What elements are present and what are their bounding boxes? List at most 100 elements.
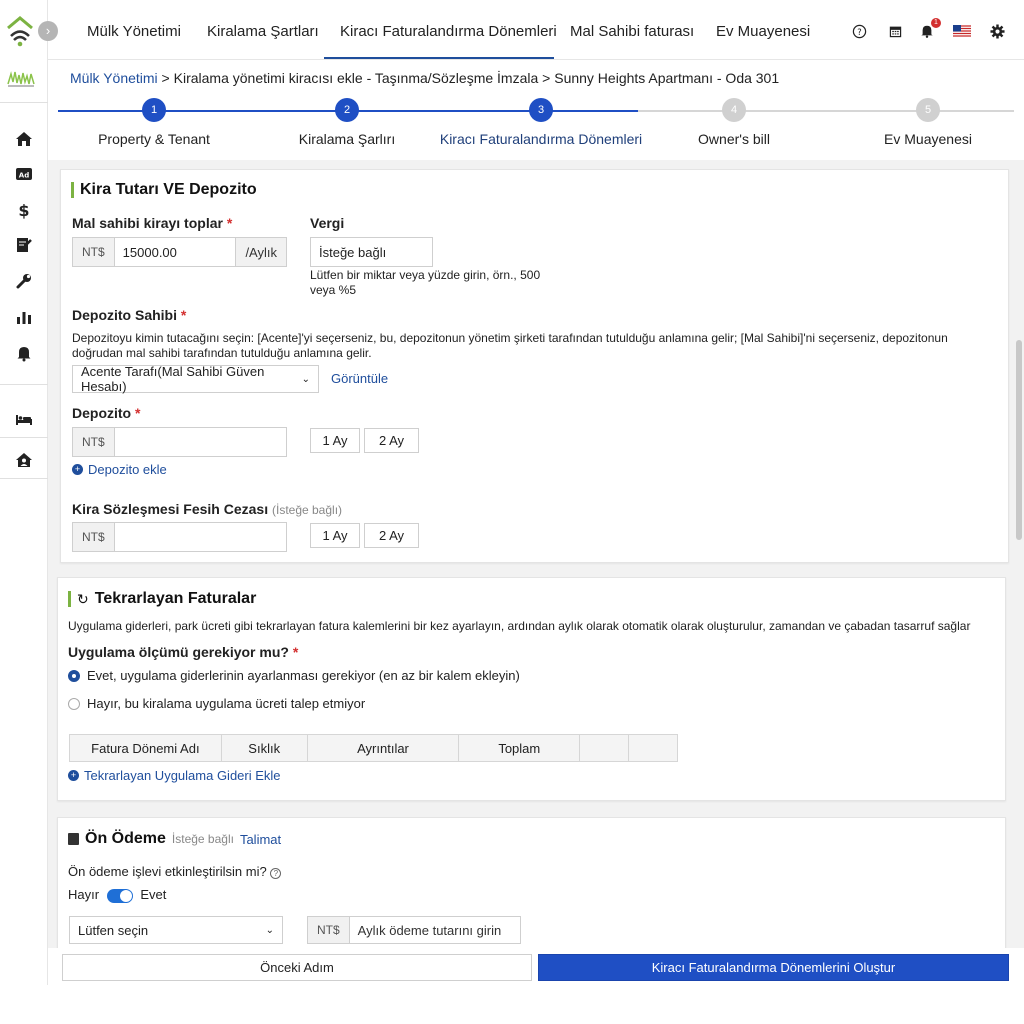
table-header-row: Fatura Dönemi Adı Sıklık Ayrıntılar Topl…	[69, 734, 678, 762]
gear-icon[interactable]	[988, 22, 1006, 40]
wrench-icon[interactable]	[0, 269, 48, 293]
step-remaining-line	[638, 110, 1014, 112]
dollar-icon[interactable]: $	[0, 198, 48, 222]
book-icon	[68, 833, 79, 845]
penalty-value[interactable]	[115, 523, 286, 551]
column-header: Sıklık	[220, 734, 308, 762]
create-billing-periods-button[interactable]: Kiracı Faturalandırma Dönemlerini Oluştu…	[538, 954, 1009, 981]
step-3-label: Kiracı Faturalandırma Dönemleri	[439, 131, 643, 147]
home-icon[interactable]	[0, 127, 48, 151]
prepay-toggle[interactable]	[106, 888, 133, 903]
prepay-period-select[interactable]: Lütfen seçin ⌄	[69, 916, 283, 944]
recurring-bills-card: ↻ Tekrarlayan Faturalar Uygulama giderle…	[57, 577, 1006, 801]
previous-step-button[interactable]: Önceki Adım	[62, 954, 532, 981]
prepay-toggle-row: Hayır Evet	[68, 887, 166, 903]
step-3-circle[interactable]: 3	[529, 98, 553, 122]
notification-bell-icon[interactable]: 1	[918, 18, 941, 40]
svg-text:?: ?	[857, 26, 861, 36]
section-accent-bar	[68, 591, 71, 607]
column-header: Ayrıntılar	[306, 734, 460, 762]
tab-house-inspection[interactable]: Ev Muayenesi	[716, 0, 810, 60]
svg-text:Ad: Ad	[19, 172, 29, 180]
active-tab-indicator	[324, 57, 554, 59]
chevron-down-icon: ⌄	[301, 373, 310, 385]
step-1-label: Property & Tenant	[98, 131, 210, 147]
main-content: Kira Tutarı VE Depozito Mal sahibi kiray…	[48, 160, 1024, 948]
bell-icon[interactable]	[0, 341, 48, 365]
refresh-icon: ↻	[77, 590, 89, 607]
step-2-label: Kiralama Şarlırı	[298, 131, 396, 147]
step-4-circle[interactable]: 4	[722, 98, 746, 122]
penalty-1-month-button[interactable]: 1 Ay	[310, 523, 360, 548]
progress-steps: 1 Property & Tenant 2 Kiralama Şarlırı 3…	[58, 96, 1018, 156]
termination-penalty-label: Kira Sözleşmesi Fesih Cezası (İsteğe bağ…	[72, 501, 343, 517]
per-month-addon: /Aylık	[235, 238, 286, 266]
deposit-label: Depozito *	[72, 405, 141, 421]
step-2-circle[interactable]: 2	[335, 98, 359, 122]
contract-icon[interactable]	[0, 233, 48, 257]
step-1-circle[interactable]: 1	[142, 98, 166, 122]
sidebar-divider	[0, 384, 48, 385]
step-5-circle[interactable]: 5	[916, 98, 940, 122]
calendar-icon[interactable]	[886, 22, 904, 40]
rent-amount-value[interactable]: 15000.00	[115, 238, 236, 266]
help-icon[interactable]: ?	[850, 22, 868, 40]
radio-selected[interactable]	[68, 669, 80, 682]
plus-circle-icon: +	[72, 464, 83, 475]
step-5-label: Ev Muayenesi	[884, 131, 972, 147]
svg-text:$: $	[18, 201, 29, 219]
sidebar: Ad $	[0, 0, 48, 985]
radio-no-option[interactable]: Hayır, bu kiralama uygulama ücreti talep…	[68, 696, 365, 711]
deposit-input[interactable]: NT$	[72, 427, 287, 457]
tab-tenant-billing[interactable]: Kiracı Faturalandırma Dönemleri	[340, 0, 557, 60]
recurring-fee-table: Fatura Dönemi Adı Sıklık Ayrıntılar Topl…	[69, 734, 678, 762]
radio-yes-option[interactable]: Evet, uygulama giderlerinin ayarlanması …	[68, 668, 520, 683]
monthly-payment-input[interactable]: NT$ Aylık ödeme tutarını girin	[307, 916, 521, 944]
rent-amount-input[interactable]: NT$ 15000.00 /Aylık	[72, 237, 287, 267]
sidebar-divider	[0, 102, 48, 103]
tab-owner-bill[interactable]: Mal Sahibi faturası	[570, 0, 694, 60]
collect-rent-label: Mal sahibi kirayı toplar *	[72, 215, 233, 231]
deposit-1-month-button[interactable]: 1 Ay	[310, 428, 360, 453]
chart-icon[interactable]	[0, 305, 48, 329]
currency-addon: NT$	[308, 917, 350, 943]
deposit-holder-select[interactable]: Acente Tarafı(Mal Sahibi Güven Hesabı) ⌄	[72, 364, 319, 394]
collapse-sidebar-button[interactable]: ›	[38, 21, 58, 41]
recurring-description: Uygulama giderleri, park ücreti gibi tek…	[68, 619, 971, 633]
rent-section-title: Kira Tutarı VE Depozito	[71, 181, 257, 199]
radio-unselected[interactable]	[68, 697, 80, 710]
view-link[interactable]: Görüntüle	[331, 371, 388, 386]
termination-penalty-input[interactable]: NT$	[72, 522, 287, 552]
currency-addon: NT$	[73, 238, 115, 266]
bed-icon[interactable]	[0, 407, 48, 431]
section-accent-bar	[71, 182, 74, 198]
tab-property-management[interactable]: Mülk Yönetimi	[87, 0, 181, 60]
breadcrumb-root-link[interactable]: Mülk Yönetimi	[70, 70, 158, 86]
currency-addon: NT$	[73, 523, 115, 551]
prepayment-card: Ön Ödeme İsteğe bağlı Talimat Ön ödeme i…	[57, 817, 1006, 948]
add-deposit-link[interactable]: + Depozito ekle	[72, 462, 167, 477]
breadcrumb: Mülk Yönetimi > Kiralama yönetimi kiracı…	[70, 70, 779, 86]
penalty-2-month-button[interactable]: 2 Ay	[364, 523, 419, 548]
chevron-down-icon: ⌄	[265, 924, 274, 936]
tax-input[interactable]: İsteğe bağlı	[310, 237, 433, 267]
column-header: Fatura Dönemi Adı	[69, 734, 222, 762]
scroll-thumb[interactable]	[1016, 340, 1022, 540]
ad-icon[interactable]: Ad	[0, 162, 48, 186]
add-recurring-fee-link[interactable]: + Tekrarlayan Uygulama Gideri Ekle	[68, 768, 281, 783]
column-header	[579, 734, 630, 762]
currency-addon: NT$	[73, 428, 115, 456]
help-icon[interactable]: ?	[270, 868, 282, 879]
house-user-icon[interactable]	[0, 448, 48, 472]
deposit-2-month-button[interactable]: 2 Ay	[364, 428, 419, 453]
tax-label: Vergi	[310, 215, 345, 231]
monthly-payment-placeholder[interactable]: Aylık ödeme tutarını girin	[350, 917, 520, 943]
recurring-question: Uygulama ölçümü gerekiyor mu? *	[68, 644, 299, 660]
tab-lease-terms[interactable]: Kiralama Şartları	[207, 0, 319, 60]
deposit-value[interactable]	[115, 428, 286, 456]
avatar[interactable]	[6, 64, 36, 90]
us-flag-icon[interactable]	[953, 22, 971, 40]
toggle-off-label: Hayır	[68, 887, 100, 902]
instruction-link[interactable]: Talimat	[240, 832, 281, 847]
scrollbar[interactable]	[1014, 330, 1022, 710]
